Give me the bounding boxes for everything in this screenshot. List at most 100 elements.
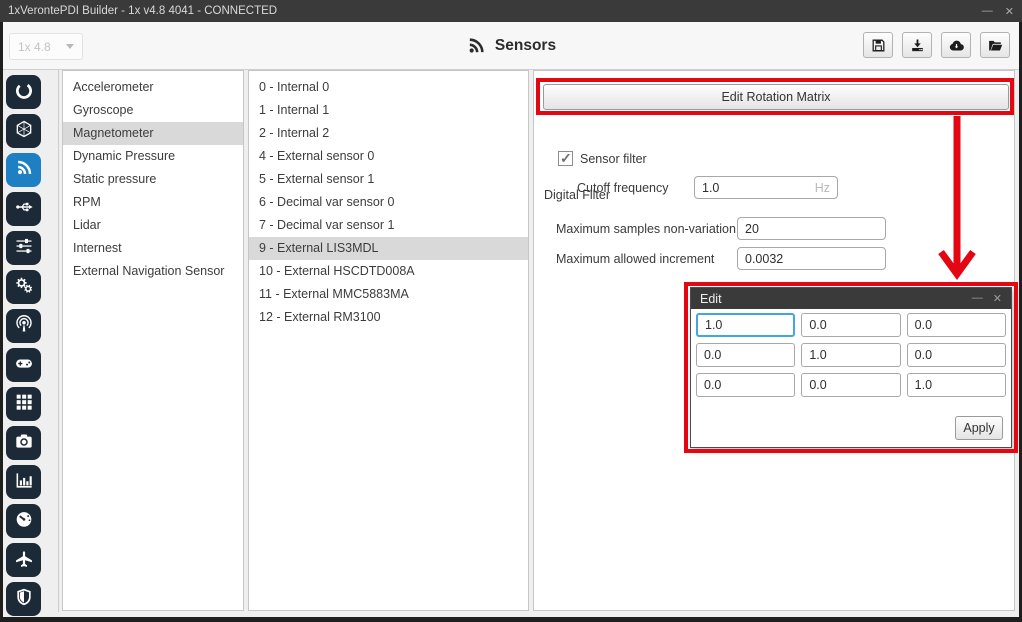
matrix-cell-r2c1[interactable] xyxy=(801,373,900,397)
gauge-icon xyxy=(14,509,34,534)
cloud-download-button[interactable] xyxy=(941,32,971,58)
gamepad-icon xyxy=(14,353,34,378)
matrix-cell-r1c2[interactable] xyxy=(907,343,1006,367)
sensor-type-item[interactable]: Static pressure xyxy=(63,168,243,191)
broadcast-icon xyxy=(14,314,34,339)
apply-button[interactable]: Apply xyxy=(955,416,1003,440)
cutoff-frequency-input[interactable] xyxy=(702,181,815,195)
sensor-list: 0 - Internal 01 - Internal 12 - Internal… xyxy=(248,70,529,611)
sensor-item[interactable]: 5 - External sensor 1 xyxy=(249,168,528,191)
edit-dialog-title: Edit xyxy=(700,292,722,306)
sidebar-item-sliders[interactable] xyxy=(6,231,41,265)
window-border-bottom xyxy=(0,617,1022,622)
header: 1x 4.8 Sensors xyxy=(3,22,1019,70)
open-folder-button[interactable] xyxy=(980,32,1010,58)
sidebar-item-shield[interactable] xyxy=(6,582,41,616)
matrix-cell-r1c0[interactable] xyxy=(696,343,795,367)
sensor-item[interactable]: 11 - External MMC5883MA xyxy=(249,283,528,306)
cutoff-frequency-label: Cutoff frequency xyxy=(577,181,669,195)
save-button[interactable] xyxy=(863,32,893,58)
usb-icon xyxy=(14,197,34,222)
gears-icon xyxy=(14,275,34,300)
sensor-item[interactable]: 9 - External LIS3MDL xyxy=(249,237,528,260)
max-samples-field xyxy=(737,217,886,240)
rss-icon xyxy=(466,36,486,56)
max-increment-field xyxy=(737,247,886,270)
sensor-type-item[interactable]: Magnetometer xyxy=(63,122,243,145)
shield-icon xyxy=(14,587,34,612)
edit-dialog: Edit — ✕ Apply xyxy=(690,287,1012,448)
sensor-type-item[interactable]: External Navigation Sensor xyxy=(63,260,243,283)
sidebar-item-gauge[interactable] xyxy=(6,504,41,538)
sliders-icon xyxy=(14,236,34,261)
sidebar-item-broadcast[interactable] xyxy=(6,309,41,343)
cutoff-frequency-field: Hz xyxy=(694,176,838,199)
sensor-item[interactable]: 1 - Internal 1 xyxy=(249,99,528,122)
sidebar-item-sensors[interactable] xyxy=(6,153,41,187)
matrix-cell-r0c1[interactable] xyxy=(801,313,900,337)
save-icon xyxy=(870,37,887,54)
sensor-type-item[interactable]: RPM xyxy=(63,191,243,214)
sidebar xyxy=(6,75,52,616)
sensor-type-list: AccelerometerGyroscopeMagnetometerDynami… xyxy=(62,70,244,611)
page-title-text: Sensors xyxy=(495,37,556,55)
sidebar-separator xyxy=(58,70,59,612)
sensor-item[interactable]: 0 - Internal 0 xyxy=(249,76,528,99)
edit-rotation-matrix-button[interactable]: Edit Rotation Matrix xyxy=(543,84,1009,110)
sidebar-item-hexagon-mesh[interactable] xyxy=(6,114,41,148)
camera-icon xyxy=(14,431,34,456)
dial-icon xyxy=(14,80,34,105)
max-increment-label: Maximum allowed increment xyxy=(556,252,714,266)
max-samples-label: Maximum samples non-variation xyxy=(556,222,736,236)
sidebar-item-grid[interactable] xyxy=(6,387,41,421)
sidebar-item-gears[interactable] xyxy=(6,270,41,304)
close-icon[interactable]: ✕ xyxy=(1005,5,1014,18)
sidebar-item-bar-chart[interactable] xyxy=(6,465,41,499)
cloud-download-icon xyxy=(948,37,965,54)
sidebar-item-dial[interactable] xyxy=(6,75,41,109)
toolbar xyxy=(863,32,1010,58)
rotation-matrix-grid xyxy=(691,309,1011,401)
sensor-item[interactable]: 7 - Decimal var sensor 1 xyxy=(249,214,528,237)
hexagon-mesh-icon xyxy=(14,119,34,144)
sidebar-item-usb[interactable] xyxy=(6,192,41,226)
sensor-type-item[interactable]: Internest xyxy=(63,237,243,260)
max-increment-input[interactable] xyxy=(745,252,878,266)
sensor-item[interactable]: 10 - External HSCDTD008A xyxy=(249,260,528,283)
airplane-icon xyxy=(14,548,34,573)
dialog-minimize-icon[interactable]: — xyxy=(972,292,983,305)
sidebar-item-airplane[interactable] xyxy=(6,543,41,577)
matrix-cell-r0c0[interactable] xyxy=(696,313,795,337)
bar-chart-icon xyxy=(14,470,34,495)
download-icon xyxy=(909,37,926,54)
matrix-cell-r2c0[interactable] xyxy=(696,373,795,397)
sidebar-item-gamepad[interactable] xyxy=(6,348,41,382)
sensor-type-item[interactable]: Accelerometer xyxy=(63,76,243,99)
edit-dialog-title-bar: Edit — ✕ xyxy=(691,288,1011,309)
cutoff-frequency-unit: Hz xyxy=(815,181,830,195)
window-border-left xyxy=(0,22,3,622)
grid-icon xyxy=(14,392,34,417)
matrix-cell-r1c1[interactable] xyxy=(801,343,900,367)
sensor-type-item[interactable]: Lidar xyxy=(63,214,243,237)
sensor-item[interactable]: 12 - External RM3100 xyxy=(249,306,528,329)
matrix-cell-r2c2[interactable] xyxy=(907,373,1006,397)
window-title: 1xVerontePDI Builder - 1x v4.8 4041 - CO… xyxy=(8,5,277,17)
download-button[interactable] xyxy=(902,32,932,58)
dialog-close-icon[interactable]: ✕ xyxy=(993,292,1002,305)
app-window: 1xVerontePDI Builder - 1x v4.8 4041 - CO… xyxy=(0,0,1022,622)
sensor-item[interactable]: 4 - External sensor 0 xyxy=(249,145,528,168)
title-bar: 1xVerontePDI Builder - 1x v4.8 4041 - CO… xyxy=(0,0,1022,22)
sensor-filter-checkbox[interactable] xyxy=(558,151,573,166)
sensor-filter-label: Sensor filter xyxy=(580,152,647,166)
sensor-type-item[interactable]: Gyroscope xyxy=(63,99,243,122)
sensors-icon xyxy=(14,158,34,183)
sensor-type-item[interactable]: Dynamic Pressure xyxy=(63,145,243,168)
sidebar-item-camera[interactable] xyxy=(6,426,41,460)
matrix-cell-r0c2[interactable] xyxy=(907,313,1006,337)
sensor-item[interactable]: 2 - Internal 2 xyxy=(249,122,528,145)
minimize-icon[interactable]: — xyxy=(982,5,993,18)
sensor-item[interactable]: 6 - Decimal var sensor 0 xyxy=(249,191,528,214)
max-samples-input[interactable] xyxy=(745,222,878,236)
open-folder-icon xyxy=(987,37,1004,54)
